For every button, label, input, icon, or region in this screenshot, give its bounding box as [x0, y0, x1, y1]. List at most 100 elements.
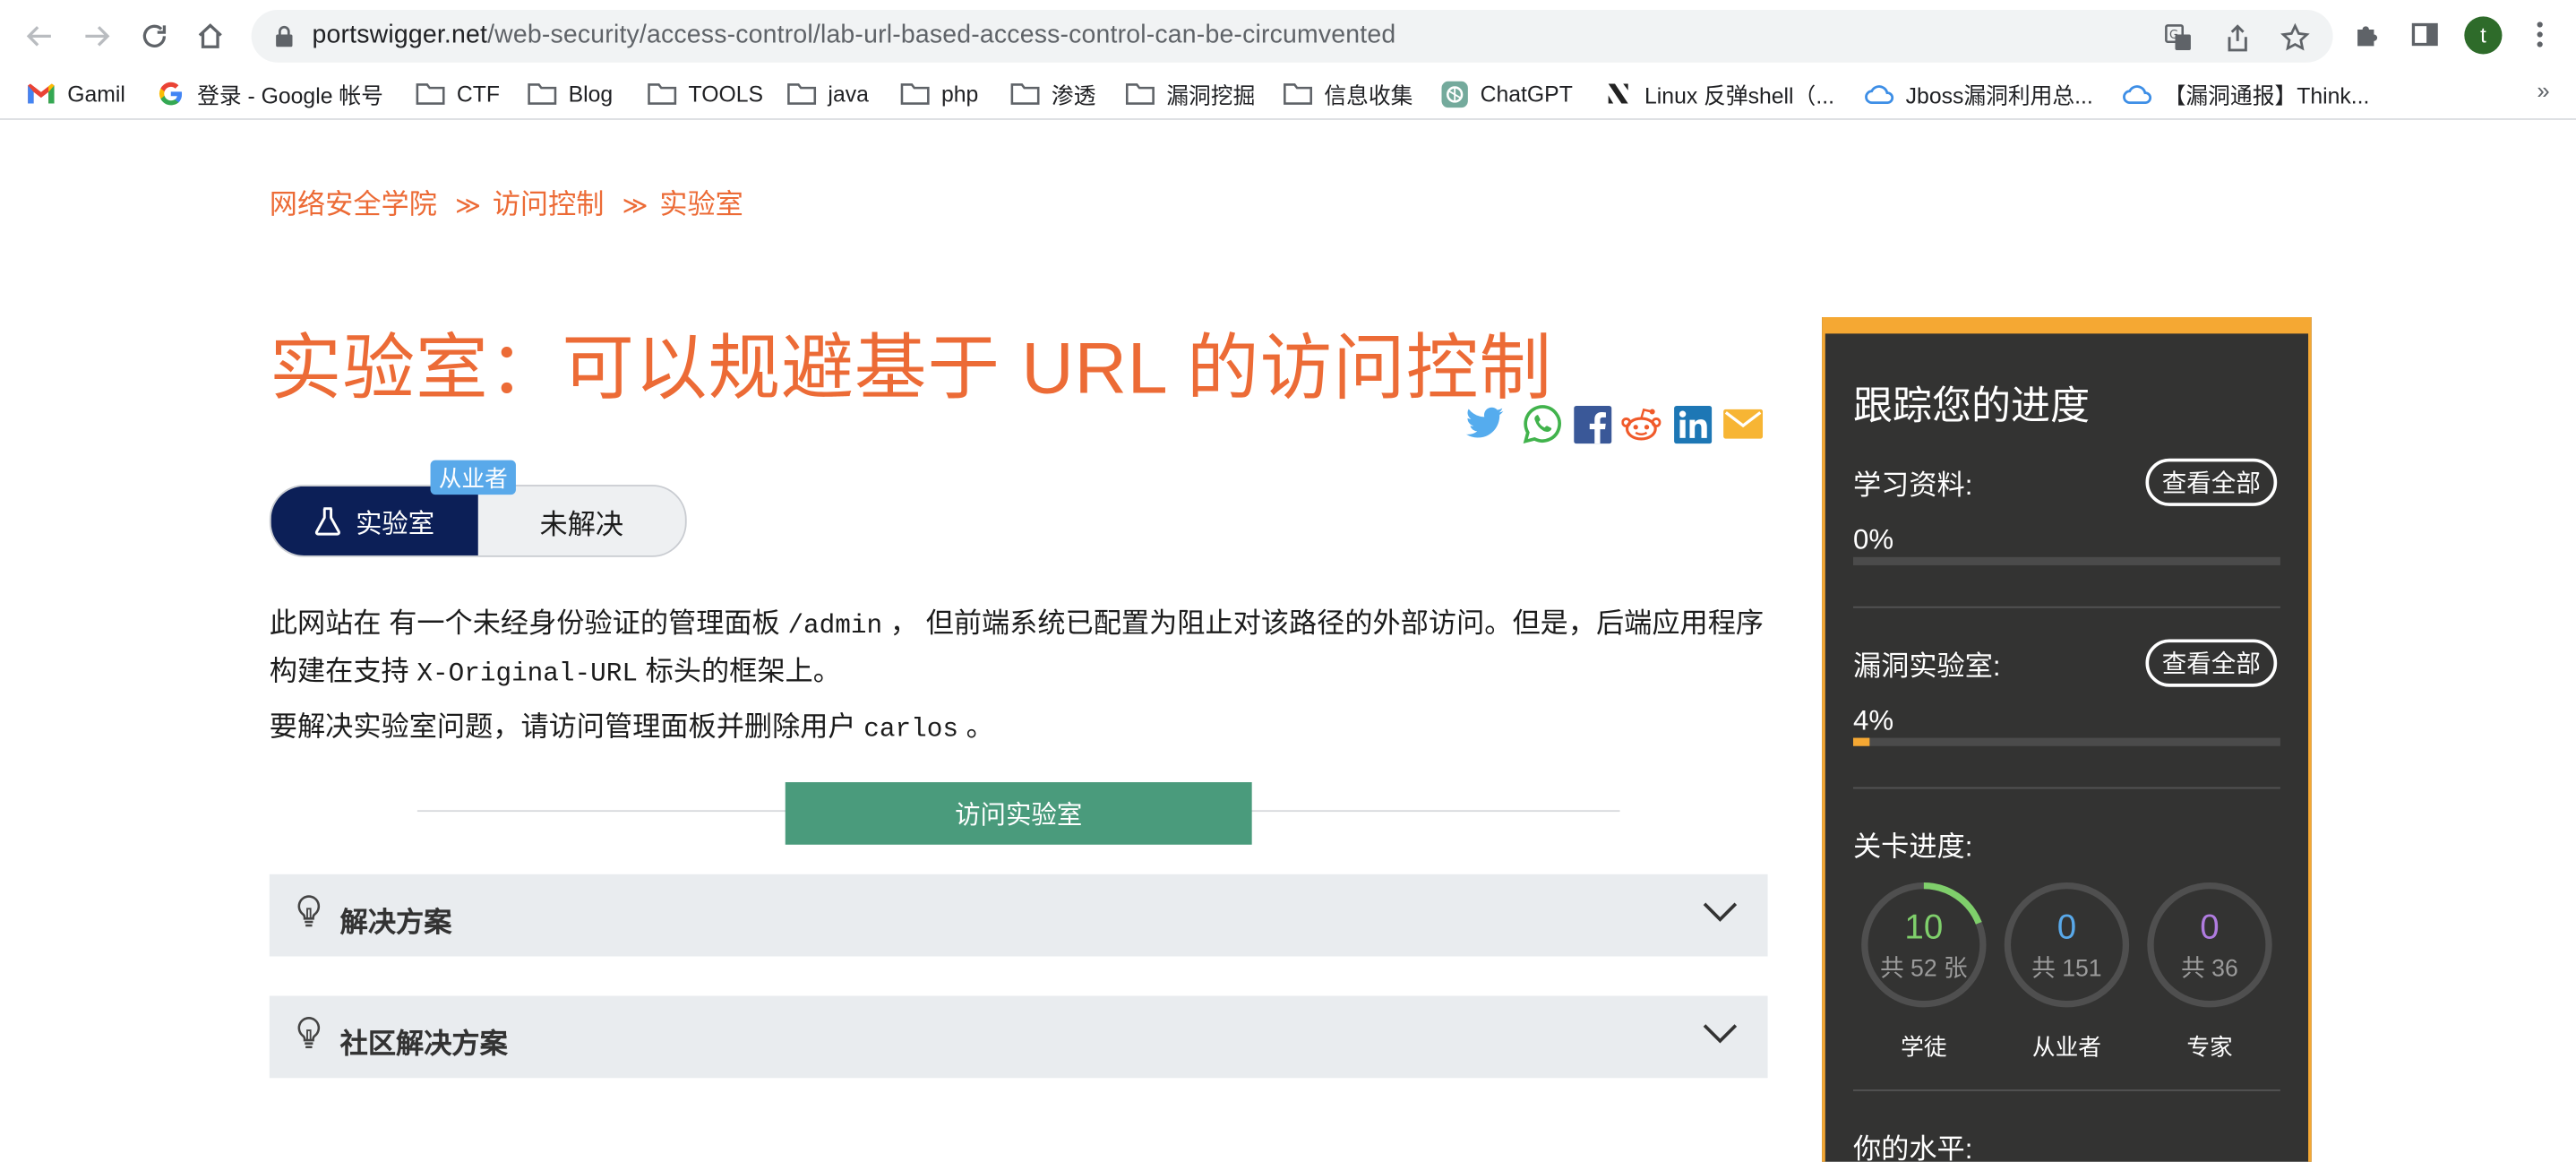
bookmark-folder-pentest[interactable]: 渗透 — [1010, 79, 1095, 108]
notion-icon — [1603, 81, 1633, 107]
access-lab-button[interactable]: 访问实验室 — [785, 782, 1252, 845]
desc-text: 标头的框架上。 — [645, 655, 841, 687]
page-title: 实验室：可以规避基于 URL 的访问控制 — [269, 328, 1553, 409]
home-button[interactable] — [193, 18, 228, 54]
more-bookmarks-button[interactable]: » — [2537, 77, 2549, 103]
admin-path-code: /admin — [787, 611, 883, 641]
bookmark-label: Linux 反弹shell（... — [1644, 83, 1834, 109]
breadcrumb-labs[interactable]: 实验室 — [659, 189, 743, 220]
translate-icon[interactable]: G — [2164, 23, 2194, 53]
ring-count: 0 — [2200, 908, 2220, 947]
breadcrumb-separator: ≫ — [622, 192, 648, 220]
linkedin-share-button[interactable] — [1672, 404, 1712, 443]
view-all-labs-button[interactable]: 查看全部 — [2145, 639, 2278, 687]
email-icon — [1723, 409, 1764, 439]
chevron-down-icon — [1703, 902, 1738, 922]
bookmark-label: ChatGPT — [1480, 81, 1573, 107]
reload-icon — [142, 24, 167, 47]
bookmark-folder-php[interactable]: php — [900, 79, 978, 108]
bookmark-label: CTF — [456, 81, 501, 107]
chatgpt-icon — [1439, 80, 1469, 108]
folder-icon — [787, 81, 817, 107]
community-solutions-accordion[interactable]: 社区解决方案 — [269, 995, 1768, 1079]
whatsapp-icon — [1523, 405, 1561, 444]
solution-accordion[interactable]: 解决方案 — [269, 874, 1768, 957]
folder-icon — [1284, 81, 1313, 107]
labs-progress-bar — [1852, 737, 2280, 746]
back-button[interactable] — [21, 18, 57, 54]
bookmark-folder-java[interactable]: java — [787, 79, 869, 108]
address-bar[interactable]: portswigger.net/web-security/access-cont… — [251, 10, 2333, 63]
url-text: portswigger.net/web-security/access-cont… — [312, 22, 1395, 51]
folder-icon — [416, 81, 445, 107]
whatsapp-share-button[interactable] — [1523, 404, 1562, 444]
lab-status-toggle: 实验室 未解决 — [269, 485, 687, 557]
your-level-label: 你的水平: — [1852, 1133, 1973, 1162]
share-page-icon[interactable] — [2223, 23, 2253, 53]
sidebar-divider — [1852, 1089, 2280, 1091]
ring-label-expert: 专家 — [2186, 1033, 2233, 1061]
kebab-menu-icon[interactable] — [2523, 18, 2556, 51]
ring-expert: 0 共 36 — [2145, 881, 2273, 1009]
bookmark-star-icon[interactable] — [2280, 22, 2310, 53]
url-path: /web-security/access-control/lab-url-bas… — [487, 21, 1396, 50]
bookmark-folder-vuln-mining[interactable]: 漏洞挖掘 — [1125, 79, 1255, 108]
bookmark-folder-tools[interactable]: TOOLS — [648, 79, 763, 108]
username-code: carlos — [863, 714, 958, 745]
lightbulb-icon — [297, 1017, 321, 1049]
forward-button[interactable] — [79, 18, 115, 54]
bookmark-folder-recon[interactable]: 信息收集 — [1284, 79, 1413, 108]
bookmark-label: 渗透 — [1051, 83, 1096, 109]
ring-count: 10 — [1904, 908, 1944, 947]
facebook-icon — [1573, 405, 1611, 443]
sidebar-divider — [1852, 606, 2280, 608]
bookmark-jboss[interactable]: Jboss漏洞利用总... — [1865, 79, 2093, 108]
progress-title: 跟踪您的进度 — [1852, 384, 2091, 429]
lab-task: 要解决实验室问题，请访问管理面板并删除用户 carlos 。 — [270, 703, 994, 745]
learning-progress-bar — [1852, 556, 2280, 565]
ring-label-apprentice: 学徒 — [1901, 1033, 1947, 1061]
url-host: portswigger.net — [312, 21, 488, 50]
breadcrumb: 网络安全学院 ≫ 访问控制 ≫ 实验室 — [270, 181, 750, 222]
reddit-icon — [1621, 408, 1662, 441]
browser-toolbar: portswigger.net/web-security/access-cont… — [0, 0, 2576, 70]
folder-icon — [648, 81, 677, 107]
desc-text: 此网站在 有一个未经身份验证的管理面板 — [269, 607, 780, 640]
svg-text:G: G — [2169, 29, 2178, 42]
level-badge: 从业者 — [430, 460, 516, 495]
side-panel-icon[interactable] — [2409, 18, 2442, 51]
view-all-learning-button[interactable]: 查看全部 — [2145, 458, 2278, 506]
bookmark-label: 【漏洞通报】Think... — [2163, 83, 2370, 109]
bookmark-label: 信息收集 — [1324, 83, 1413, 109]
bookmark-think[interactable]: 【漏洞通报】Think... — [2123, 79, 2370, 109]
arrow-right-icon — [85, 26, 110, 47]
profile-avatar[interactable]: t — [2464, 16, 2503, 55]
header-name-code: X-Original-URL — [416, 658, 638, 689]
bookmark-google-account[interactable]: 登录 - Google 帐号 — [156, 79, 383, 108]
bookmark-chatgpt[interactable]: ChatGPT — [1439, 79, 1573, 108]
twitter-share-button[interactable] — [1465, 404, 1505, 443]
reload-button[interactable] — [136, 18, 172, 54]
email-share-button[interactable] — [1723, 404, 1764, 443]
bookmark-label: Gamil — [67, 81, 125, 107]
progress-sidebar: 跟踪您的进度 学习资料: 查看全部 0% 漏洞实验室: 查看全部 4% 关卡进度… — [1822, 317, 2312, 1162]
learning-progress-percent: 0% — [1852, 524, 1894, 555]
bookmark-linux-shell[interactable]: Linux 反弹shell（... — [1603, 79, 1834, 108]
bookmark-label: Jboss漏洞利用总... — [1905, 83, 2093, 109]
bookmark-folder-blog[interactable]: Blog — [528, 79, 613, 108]
folder-icon — [900, 81, 930, 107]
ring-label-practitioner: 从业者 — [2031, 1033, 2101, 1061]
facebook-share-button[interactable] — [1572, 404, 1611, 443]
labs-progress-fill — [1852, 737, 1871, 746]
breadcrumb-academy[interactable]: 网络安全学院 — [270, 189, 437, 220]
level-progress-label: 关卡进度: — [1852, 831, 1973, 863]
community-solutions-label: 社区解决方案 — [339, 1029, 508, 1061]
bookmark-folder-ctf[interactable]: CTF — [416, 79, 500, 108]
bookmark-label: 漏洞挖掘 — [1166, 83, 1256, 109]
breadcrumb-access-control[interactable]: 访问控制 — [493, 189, 605, 220]
twitter-icon — [1465, 407, 1504, 438]
extensions-icon[interactable] — [2351, 18, 2384, 51]
reddit-share-button[interactable] — [1621, 404, 1662, 443]
ring-practitioner: 0 共 151 — [2003, 881, 2131, 1009]
bookmark-gamil[interactable]: Gamil — [26, 79, 125, 108]
